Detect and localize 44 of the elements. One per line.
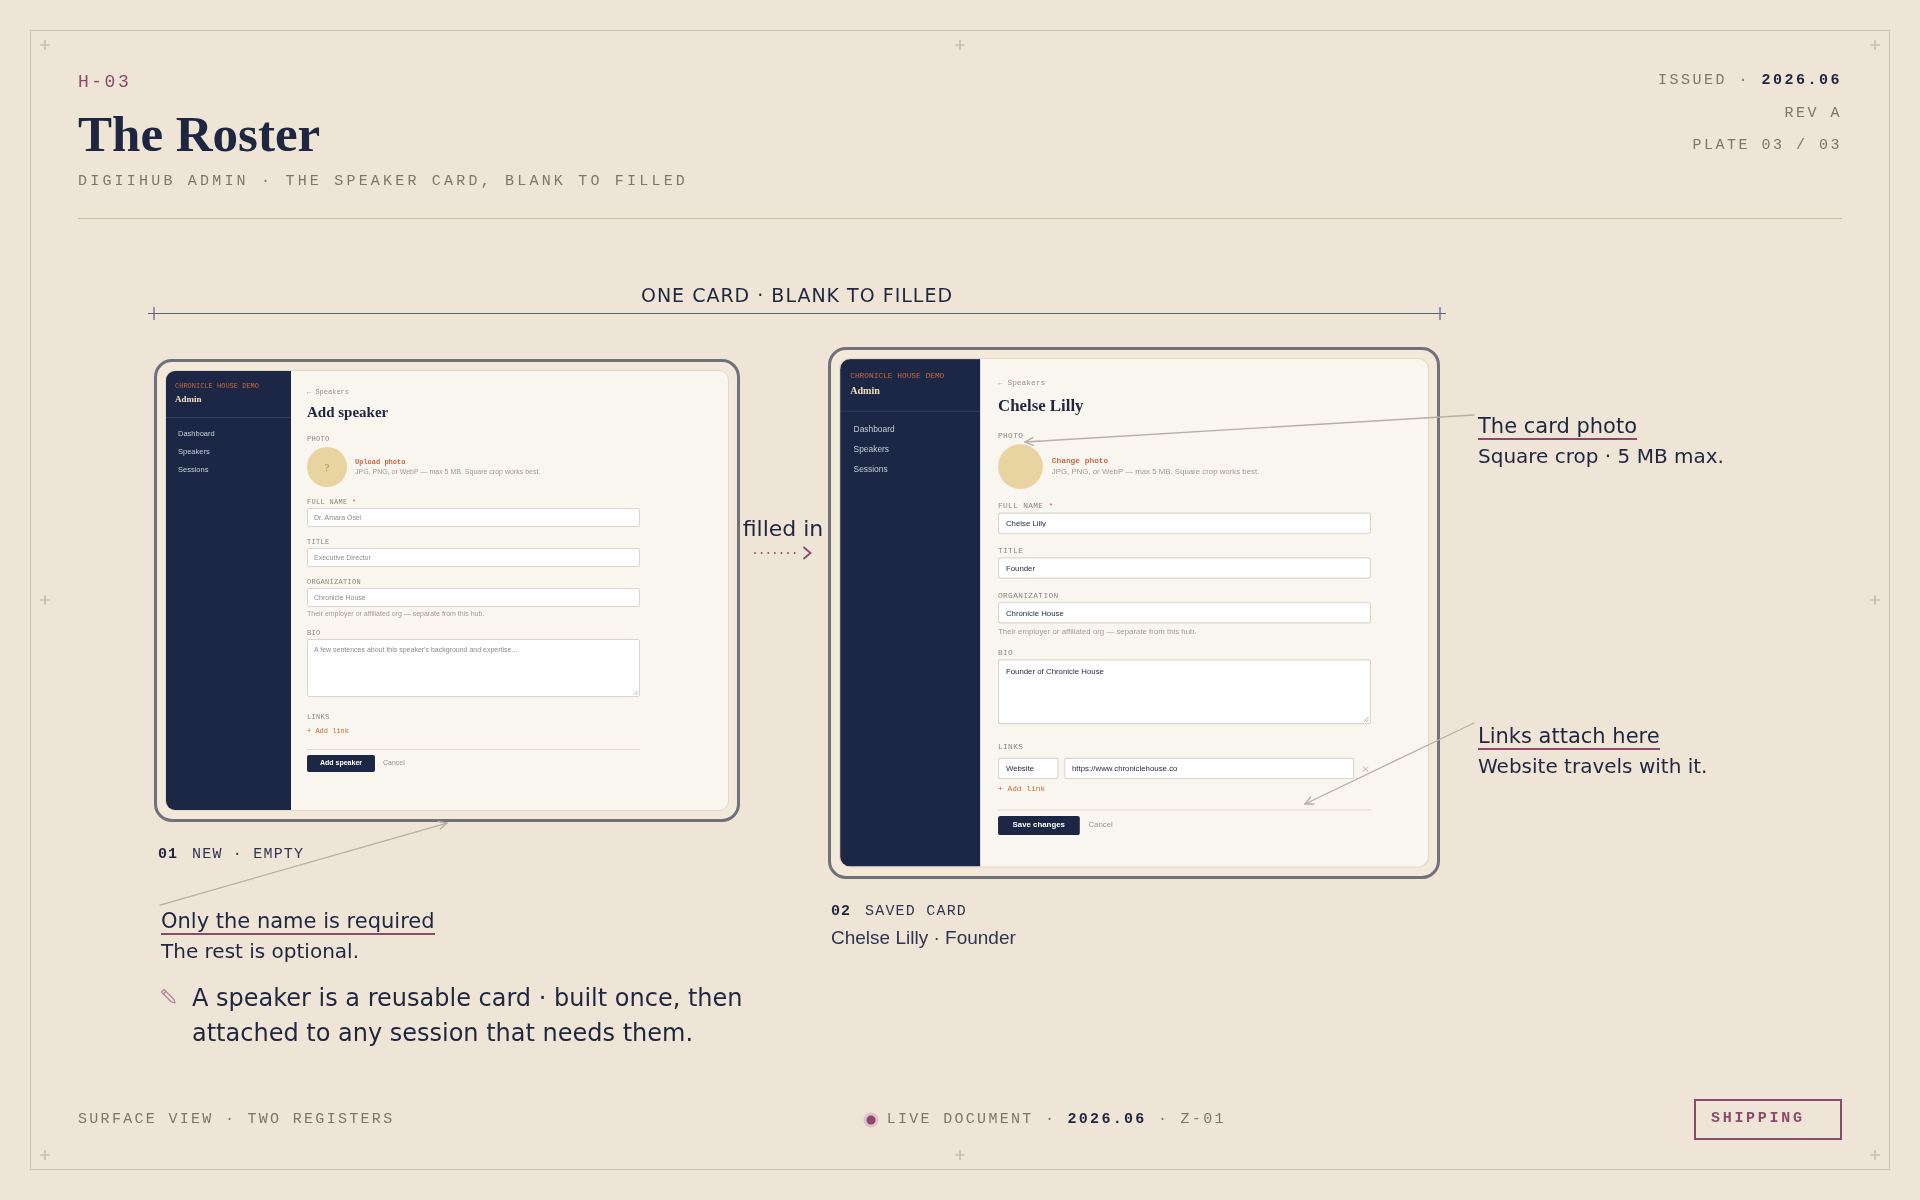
caption-label: SAVED CARD [865, 902, 968, 922]
note-text: Square crop · 5 MB max. [1478, 443, 1724, 469]
plate-number: PLATE 03 / 03 [1692, 136, 1842, 156]
note-heading: Only the name is required [161, 909, 435, 935]
plate-code: H-03 [78, 71, 132, 93]
nav-item[interactable]: Sessions [840, 459, 981, 481]
close-icon[interactable] [1362, 765, 1369, 772]
document-status: LIVE DOCUMENT · 2026.06 · Z-01 [886, 1109, 1226, 1130]
caption-number: 01 [158, 845, 178, 865]
resize-grip-icon[interactable] [1363, 716, 1369, 722]
plate-subtitle: DIGIIHUB ADMIN · THE SPEAKER CARD, BLANK TO FILLED [78, 172, 689, 192]
crosshair-icon [1870, 1150, 1880, 1160]
sidebar-title: Admin [175, 394, 202, 404]
nav-item[interactable]: Speakers [840, 439, 981, 460]
avatar-glyph: ? [324, 461, 330, 473]
resize-grip-icon[interactable] [633, 690, 638, 695]
nav-item[interactable]: Dashboard [840, 419, 981, 440]
status-stamp: SHIPPING [1694, 1099, 1842, 1140]
page-heading: Add speaker [307, 403, 389, 421]
page-heading: Chelse Lilly [998, 395, 1084, 416]
issue-date: ISSUED · 2026.06 [1657, 71, 1842, 91]
caption-number: 02 [831, 902, 851, 922]
crosshair-icon [40, 595, 50, 605]
transition-label: filled in [742, 515, 824, 543]
plate-title: The Roster [78, 106, 321, 162]
pencil-icon [160, 988, 176, 1004]
crosshair-icon [1870, 595, 1880, 605]
caption-label: NEW · EMPTY [192, 845, 305, 865]
dimension-label: ONE CARD · BLANK TO FILLED [640, 284, 954, 306]
note-text: The rest is optional. [161, 938, 359, 964]
footnote-text: A speaker is a reusable card · built once, then attached to any session that needs them. [192, 983, 744, 1049]
crosshair-icon [1870, 40, 1880, 50]
note-text: Website travels with it. [1478, 753, 1708, 779]
revision-label: REV A [1784, 103, 1842, 124]
crosshair-icon [40, 1150, 50, 1160]
note-heading: The card photo [1478, 414, 1637, 440]
crosshair-icon [955, 40, 965, 50]
sidebar-title: Admin [850, 384, 880, 397]
crosshair-icon [40, 40, 50, 50]
caption-detail: Chelse Lilly · Founder [831, 926, 1016, 950]
crosshair-icon [955, 1150, 965, 1160]
footer-label: SURFACE VIEW · TWO REGISTERS [78, 1109, 395, 1130]
note-heading: Links attach here [1478, 724, 1660, 750]
status-dot [862, 1111, 879, 1128]
